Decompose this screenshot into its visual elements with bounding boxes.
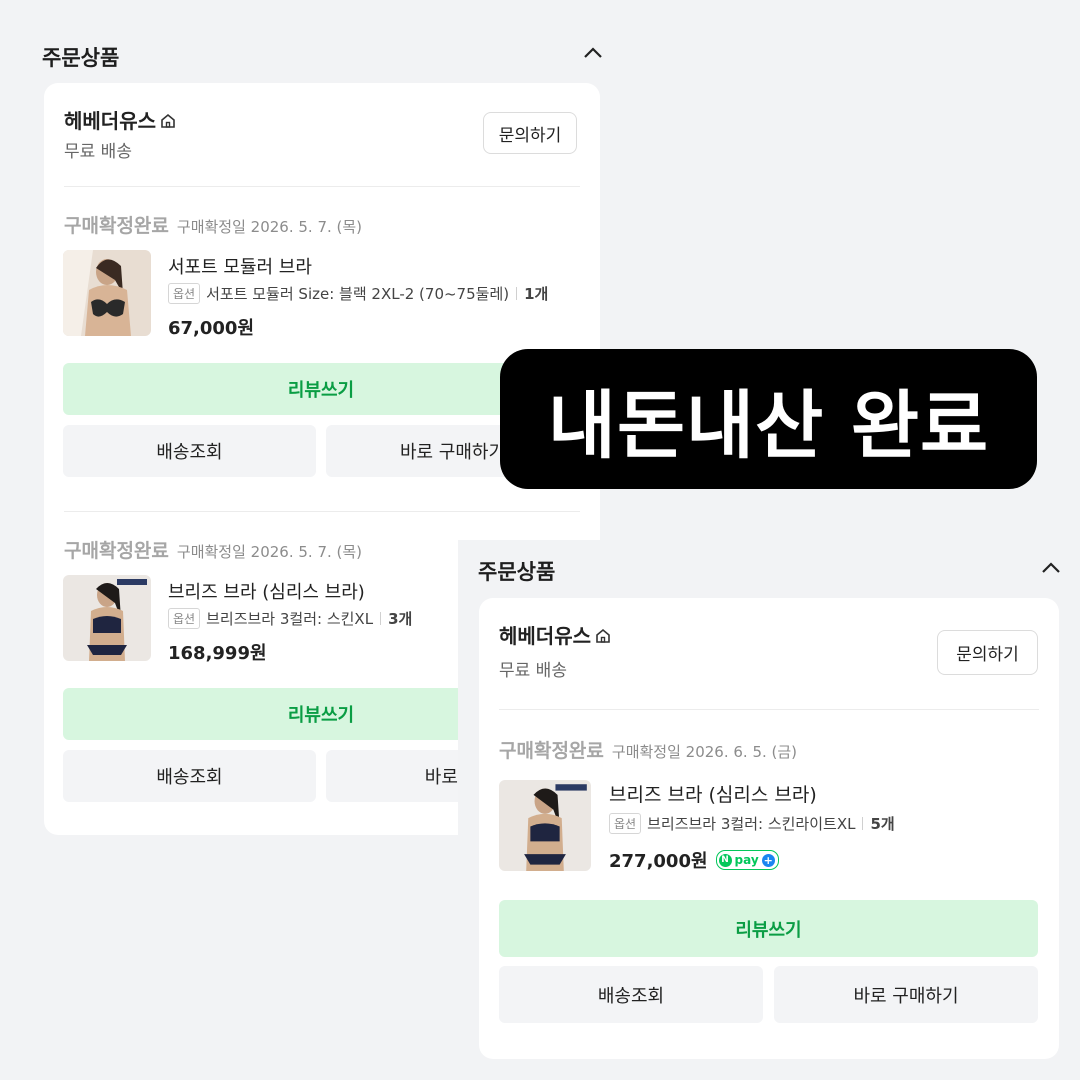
npay-label: pay	[734, 853, 759, 867]
status-row: 구매확정완료 구매확정일 2026. 5. 7. (목)	[64, 536, 362, 563]
quantity: 1개	[524, 285, 549, 303]
product-image[interactable]	[499, 780, 591, 871]
price-row: 277,000원 N pay +	[609, 847, 779, 873]
option-tag: 옵션	[609, 813, 642, 834]
status-row: 구매확정완료 구매확정일 2026. 6. 5. (금)	[499, 736, 797, 763]
track-delivery-button[interactable]: 배송조회	[63, 750, 316, 802]
chevron-up-icon[interactable]	[583, 46, 603, 60]
confirm-date: 구매확정일 2026. 5. 7. (목)	[176, 543, 363, 561]
option-row: 옵션 서포트 모듈러 Size: 블랙 2XL-2 (70~75둘레) 1개	[168, 283, 548, 304]
divider	[64, 186, 580, 187]
product-name[interactable]: 서포트 모듈러 브라	[168, 253, 312, 279]
inquiry-button[interactable]: 문의하기	[937, 630, 1038, 675]
option-text: 브리즈브라 3컬러: 스킨XL	[206, 610, 374, 628]
option-row: 옵션 브리즈브라 3컬러: 스킨XL 3개	[168, 608, 412, 629]
caption-banner: 내돈내산 완료	[500, 349, 1037, 489]
separator	[862, 817, 864, 830]
order-card: 헤베더유스 무료 배송 문의하기 구매확정완료 구매확정일 2026. 6. 5…	[479, 598, 1059, 1059]
confirm-date: 구매확정일 2026. 5. 7. (목)	[176, 218, 363, 236]
product-image[interactable]	[63, 250, 151, 336]
separator	[380, 612, 382, 625]
seller-row[interactable]: 헤베더유스	[64, 105, 177, 134]
option-tag: 옵션	[168, 608, 201, 629]
npay-n-badge: N	[718, 853, 732, 867]
inquiry-button[interactable]: 문의하기	[483, 112, 577, 154]
section-title: 주문상품	[42, 46, 120, 70]
option-text: 브리즈브라 3컬러: 스킨라이트XL	[647, 815, 856, 833]
order-status: 구매확정완료	[499, 740, 604, 762]
price: 67,000원	[168, 318, 255, 339]
review-button[interactable]: 리뷰쓰기	[499, 900, 1038, 957]
order-status: 구매확정완료	[64, 540, 169, 562]
seller-name[interactable]: 헤베더유스	[499, 620, 591, 649]
product-name[interactable]: 브리즈 브라 (심리스 브라)	[609, 780, 817, 807]
quantity: 3개	[388, 610, 413, 628]
buy-again-button[interactable]: 바로 구매하기	[774, 966, 1038, 1023]
option-text: 서포트 모듈러 Size: 블랙 2XL-2 (70~75둘레)	[206, 285, 510, 303]
caption-text: 내돈내산 완료	[547, 382, 990, 469]
shipping-info: 무료 배송	[64, 142, 132, 162]
chevron-up-icon[interactable]	[1041, 561, 1061, 575]
plus-icon: +	[761, 853, 775, 867]
npay-icon: N pay +	[715, 850, 779, 870]
seller-row[interactable]: 헤베더유스	[499, 620, 612, 649]
track-delivery-button[interactable]: 배송조회	[499, 966, 763, 1023]
option-tag: 옵션	[168, 283, 201, 304]
option-row: 옵션 브리즈브라 3컬러: 스킨라이트XL 5개	[609, 813, 895, 834]
order-panel-front: 주문상품 헤베더유스 무료 배송 문의하기 구매확정완료 구매확정일 2026.…	[458, 540, 1080, 1080]
separator	[516, 287, 518, 300]
seller-name[interactable]: 헤베더유스	[64, 105, 156, 134]
divider	[499, 709, 1039, 710]
order-status: 구매확정완료	[64, 215, 169, 237]
product-image[interactable]	[63, 575, 151, 661]
home-icon	[161, 113, 175, 128]
product-name[interactable]: 브리즈 브라 (심리스 브라)	[168, 578, 365, 604]
price: 277,000원	[609, 851, 708, 872]
shipping-info: 무료 배송	[499, 661, 567, 681]
quantity: 5개	[870, 815, 895, 833]
status-row: 구매확정완료 구매확정일 2026. 5. 7. (목)	[64, 211, 362, 238]
track-delivery-button[interactable]: 배송조회	[63, 425, 316, 477]
home-icon	[596, 628, 610, 643]
section-title: 주문상품	[478, 560, 556, 584]
price: 168,999원	[168, 643, 267, 664]
confirm-date: 구매확정일 2026. 6. 5. (금)	[611, 743, 798, 761]
divider	[64, 511, 580, 512]
